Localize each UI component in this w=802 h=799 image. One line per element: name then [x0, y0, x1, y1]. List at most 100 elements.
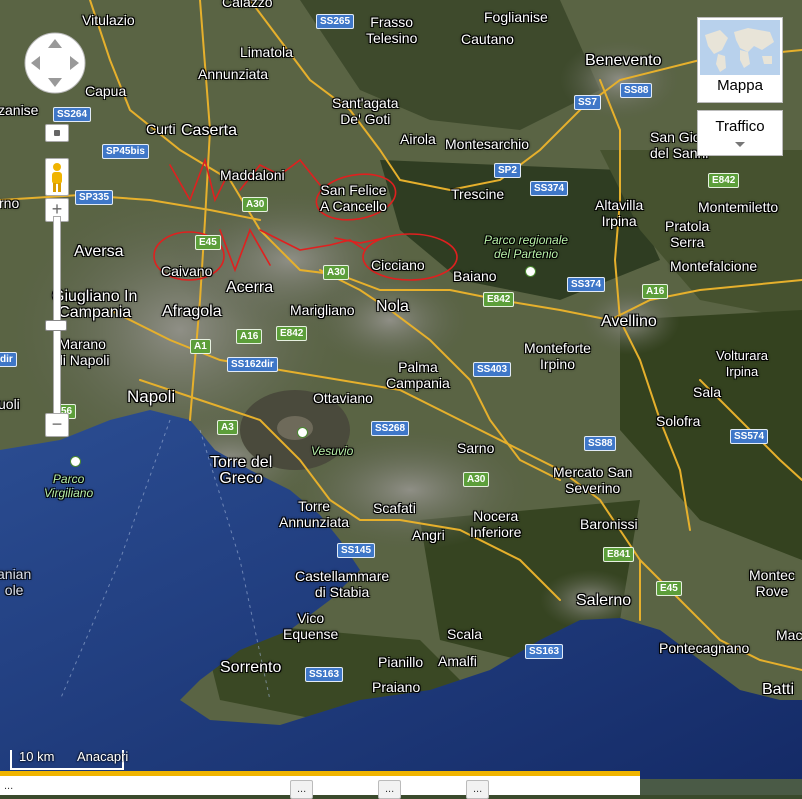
road-shield: SS163 [305, 667, 344, 682]
place-label: Pratola Serra [665, 218, 709, 250]
place-pratola: Pratola Serra [665, 218, 710, 250]
place-label: Giugliano In Campania [52, 289, 137, 321]
place-foglianise: Foglianise [484, 9, 548, 25]
park-vesuvio: Vesuvio [311, 444, 354, 458]
place-label: Sala [693, 384, 721, 400]
place-label: Limatola [240, 44, 293, 60]
place-monteforte: Monteforte Irpino [524, 340, 591, 372]
place-sala: Sala [693, 384, 722, 400]
place-label: Trescine [451, 186, 504, 202]
place-label: Marano di Napoli [55, 336, 109, 368]
road-shield: SP45bis [102, 144, 149, 159]
place-label: Montesarchio [445, 136, 529, 152]
park-icon [525, 266, 536, 277]
map-imagery [0, 0, 802, 795]
road-shield: E842 [276, 326, 308, 341]
bottom-button-1[interactable]: ... [290, 780, 314, 799]
place-label: Maddaloni [220, 167, 285, 183]
place-label: Torre Annunziata [279, 498, 349, 530]
place-label: Baronissi [580, 516, 638, 532]
place-uoli: uoli [0, 396, 20, 412]
place-altavilla: Altavilla Irpina [595, 197, 644, 229]
place-aversa: Aversa [74, 243, 124, 260]
place-zanise: zanise [0, 102, 39, 118]
satellite-toggle-button[interactable] [45, 124, 69, 142]
place-torreann: Torre Annunziata [279, 498, 350, 530]
place-label: Aversa [74, 244, 124, 260]
street-view-pegman[interactable] [45, 158, 69, 196]
road-shield: E841 [603, 547, 635, 562]
road-shield: SP335 [75, 190, 114, 205]
place-nocera: Nocera Inferiore [470, 508, 522, 540]
place-montefalcione: Montefalcione [670, 258, 758, 274]
road-shield: SS403 [473, 362, 512, 377]
place-vico: Vico Equense [283, 610, 339, 642]
place-label: Frasso Telesino [366, 14, 417, 46]
place-sanfelice: San Felice A Cancello [320, 182, 387, 214]
road-shield: A16 [236, 329, 263, 344]
place-label: Cicciano [371, 257, 425, 273]
road-shield: SS88 [584, 436, 617, 451]
place-acerra: Acerra [226, 279, 274, 296]
place-sarno: Sarno [457, 440, 495, 456]
place-napoli: Napoli [127, 387, 176, 406]
place-curti: Curti [146, 121, 176, 137]
road-shield: A30 [323, 265, 350, 280]
road-shield: E45 [195, 235, 221, 250]
place-avellino: Avellino [601, 313, 657, 330]
place-giugliano: Giugliano In Campania [52, 288, 138, 321]
place-trescine: Trescine [451, 186, 505, 202]
park-icon [297, 427, 308, 438]
road-shield: dir [0, 352, 17, 367]
place-mac: Mac [776, 627, 802, 643]
place-label: Torre del Greco [210, 455, 272, 487]
place-label: Montefalcione [670, 258, 757, 274]
park-label: Vesuvio [311, 444, 353, 458]
pan-control[interactable] [23, 31, 87, 95]
place-piano: Pianillo [378, 654, 424, 670]
square-icon [54, 130, 60, 136]
place-castellammare: Castellammare di Stabia [295, 568, 390, 600]
place-santagata: Sant'agata De' Goti [332, 95, 399, 127]
road-shield: E842 [483, 292, 515, 307]
world-map-icon [700, 20, 780, 75]
road-shield: SS374 [567, 277, 606, 292]
zoom-slider-track[interactable] [53, 216, 61, 414]
road-shield: SS374 [530, 181, 569, 196]
place-baiano: Baiano [453, 268, 497, 284]
place-label: San Felice A Cancello [320, 182, 387, 214]
traffic-button[interactable]: Traffico [697, 110, 783, 156]
scale-bar: 10 km Anacapri [10, 749, 128, 771]
road-shield: SS265 [316, 14, 355, 29]
place-label: Montemiletto [698, 199, 778, 215]
zoom-out-button[interactable]: − [45, 413, 69, 437]
zoom-slider-handle[interactable] [45, 320, 67, 331]
place-label: anian ole [0, 566, 31, 598]
road-shield: SP2 [494, 163, 521, 178]
place-scala: Scala [447, 626, 483, 642]
place-praiano: Praiano [372, 679, 421, 695]
place-label: Cautano [461, 31, 514, 47]
place-caserta: Caserta [181, 122, 238, 139]
road-shield: SS88 [620, 83, 653, 98]
place-batti: Batti [762, 681, 795, 698]
bottom-bar: ... ... ... ... [0, 771, 640, 799]
bottom-button-3[interactable]: ... [466, 780, 490, 799]
road-shield: A3 [217, 420, 238, 435]
bottom-button-2[interactable]: ... [378, 780, 402, 799]
map-type-button[interactable]: Mappa [697, 17, 783, 103]
place-montemiletto: Montemiletto [698, 199, 779, 215]
place-label: Salerno [576, 593, 631, 609]
satellite-map[interactable]: Vitulazio Calazzo Frasso Telesino Foglia… [0, 0, 802, 795]
place-label: Nocera Inferiore [470, 508, 521, 540]
place-airola: Airola [400, 131, 436, 147]
place-label: Vitulazio [82, 12, 135, 28]
park-label: Parco Virgiliano [44, 472, 93, 500]
place-palma: Palma Campania [386, 359, 450, 391]
place-montec: Montec Rove [749, 567, 795, 599]
park-icon [70, 456, 81, 467]
place-label: rno [0, 195, 19, 211]
place-label: Praiano [372, 679, 420, 695]
place-caivano: Caivano [161, 263, 213, 279]
place-label: Solofra [656, 413, 700, 429]
